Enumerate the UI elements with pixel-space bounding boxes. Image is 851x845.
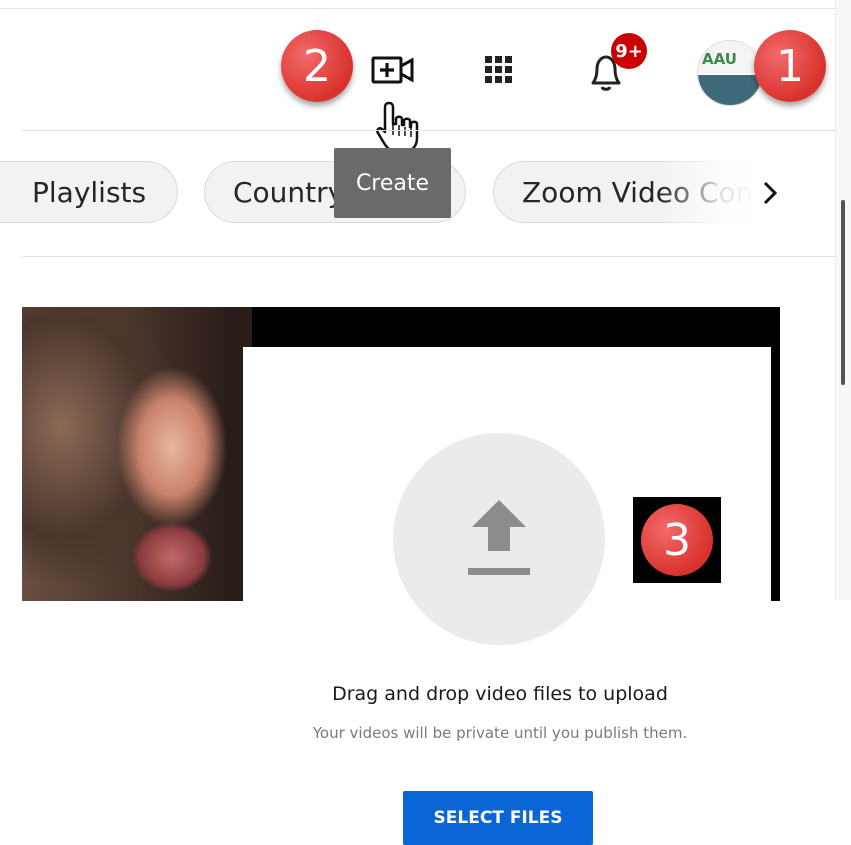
chips-divider: [22, 256, 835, 257]
chip-fade: [660, 158, 835, 226]
scrollbar-thumb[interactable]: [841, 200, 845, 385]
upload-primary-text: Drag and drop video files to upload: [332, 683, 668, 705]
marker-1-label: 1: [776, 40, 804, 92]
marker-3-label: 3: [663, 514, 691, 566]
top-edge: [0, 0, 851, 9]
select-files-button[interactable]: SELECT FILES: [403, 791, 593, 845]
marker-3: 3: [641, 504, 713, 576]
create-tooltip: Create: [334, 148, 451, 218]
select-files-label: SELECT FILES: [433, 808, 563, 828]
marker-2-label: 2: [303, 40, 331, 92]
marker-2: 2: [281, 30, 353, 102]
avatar[interactable]: AAU: [697, 40, 763, 106]
marker-1: 1: [754, 30, 826, 102]
chips-next-button[interactable]: [752, 175, 788, 211]
apps-button[interactable]: [478, 49, 520, 91]
marker-3-box: 3: [633, 497, 721, 583]
upload-icon-wrap: [463, 495, 535, 583]
mouse-cursor: [375, 100, 420, 155]
chip-label: Playlists: [32, 175, 147, 209]
chip-playlists[interactable]: Playlists: [0, 161, 178, 223]
create-button[interactable]: [367, 50, 419, 90]
create-tooltip-label: Create: [355, 170, 430, 196]
header-divider: [22, 130, 835, 131]
upload-secondary-text: Your videos will be private until you pu…: [312, 724, 688, 742]
apps-grid-icon: [485, 56, 512, 83]
upload-arrow-icon: [468, 500, 530, 575]
chevron-right-icon: [763, 181, 778, 205]
avatar-text: AAU: [702, 50, 737, 68]
create-video-icon: [371, 56, 414, 84]
notification-count: 9+: [615, 40, 643, 62]
notification-count-badge: 9+: [611, 33, 647, 69]
video-thumbnail: [22, 307, 252, 601]
cursor-hand-icon: [376, 101, 419, 154]
